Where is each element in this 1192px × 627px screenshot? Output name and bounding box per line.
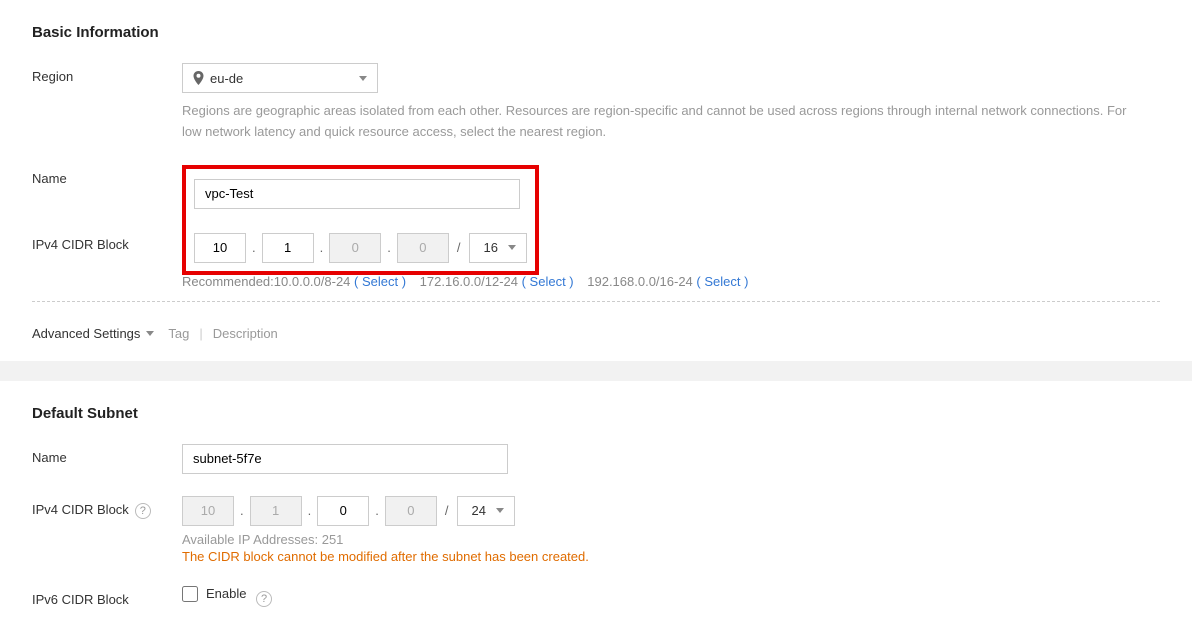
subnet-octet-4 — [385, 496, 437, 526]
dot-separator: . — [320, 240, 324, 255]
dot-separator: . — [308, 503, 312, 518]
divider — [32, 301, 1160, 302]
highlight-annotation: . . . / 16 — [182, 165, 539, 275]
available-ips: Available IP Addresses: 251 — [182, 532, 1160, 547]
dot-separator: . — [240, 503, 244, 518]
advanced-tag: Tag — [168, 326, 189, 341]
recommended-range-2: 172.16.0.0/12-24 — [420, 274, 518, 289]
region-select[interactable]: eu-de — [182, 63, 378, 93]
help-icon[interactable]: ? — [135, 503, 151, 519]
chevron-down-icon — [508, 245, 516, 250]
dot-separator: . — [252, 240, 256, 255]
basic-info-panel: Basic Information Region eu-de Regions a… — [0, 0, 1192, 361]
vpc-cidr-label: IPv4 CIDR Block — [32, 231, 182, 252]
slash-separator: / — [443, 503, 451, 518]
select-cidr-3[interactable]: ( Select ) — [696, 274, 748, 289]
location-icon — [193, 71, 204, 85]
select-cidr-1[interactable]: ( Select ) — [354, 274, 406, 289]
vpc-name-input[interactable] — [194, 179, 520, 209]
subnet-octet-2 — [250, 496, 302, 526]
recommended-range-3: 192.168.0.0/16-24 — [587, 274, 693, 289]
subnet-cidr-label: IPv4 CIDR Block? — [32, 496, 182, 520]
recommended-row: Recommended:10.0.0.0/8-24 ( Select ) 172… — [32, 266, 1160, 289]
region-value: eu-de — [210, 71, 243, 86]
cidr-octet-4 — [397, 233, 449, 263]
vpc-name-label: Name — [32, 165, 182, 186]
ipv6-row: IPv6 CIDR Block Enable ? — [32, 586, 1160, 608]
subnet-cidr-row: IPv4 CIDR Block? . . . / 24 Available IP… — [32, 496, 1160, 564]
ipv6-enable-input[interactable] — [182, 586, 198, 602]
cidr-octet-2[interactable] — [262, 233, 314, 263]
subnet-octet-1 — [182, 496, 234, 526]
help-icon[interactable]: ? — [256, 591, 272, 607]
default-subnet-heading: Default Subnet — [32, 405, 1160, 422]
advanced-settings-row: Advanced Settings Tag | Description — [32, 326, 1160, 341]
subnet-name-label: Name — [32, 444, 182, 465]
recommended-range-1: 10.0.0.0/8-24 — [274, 274, 351, 289]
recommended-label: Recommended: — [182, 274, 274, 289]
basic-info-heading: Basic Information — [32, 24, 1160, 41]
vpc-name-row: Name . . . / 16 — [32, 165, 1160, 275]
vpc-cidr-inputs: . . . / 16 — [194, 233, 527, 263]
advanced-settings-label: Advanced Settings — [32, 326, 140, 341]
advanced-description: Description — [213, 326, 278, 341]
chevron-down-icon — [359, 76, 367, 81]
region-help-text: Regions are geographic areas isolated fr… — [182, 101, 1142, 143]
dot-separator: . — [387, 240, 391, 255]
panel-gap — [0, 361, 1192, 381]
cidr-prefix-value: 16 — [484, 240, 498, 255]
subnet-prefix-select[interactable]: 24 — [457, 496, 515, 526]
subnet-name-row: Name — [32, 444, 1160, 474]
select-cidr-2[interactable]: ( Select ) — [522, 274, 574, 289]
region-label: Region — [32, 63, 182, 84]
advanced-settings-toggle[interactable]: Advanced Settings — [32, 326, 154, 341]
chevron-down-icon — [146, 331, 154, 336]
ipv6-enable-checkbox[interactable]: Enable — [182, 586, 246, 602]
pipe-separator: | — [199, 326, 202, 341]
subnet-octet-3[interactable] — [317, 496, 369, 526]
ipv6-enable-label: Enable — [206, 586, 246, 601]
cidr-warning: The CIDR block cannot be modified after … — [182, 549, 1160, 564]
cidr-octet-1[interactable] — [194, 233, 246, 263]
chevron-down-icon — [496, 508, 504, 513]
cidr-octet-3 — [329, 233, 381, 263]
slash-separator: / — [455, 240, 463, 255]
ipv6-label: IPv6 CIDR Block — [32, 586, 182, 607]
default-subnet-panel: Default Subnet Name IPv4 CIDR Block? . .… — [0, 381, 1192, 627]
subnet-prefix-value: 24 — [472, 503, 486, 518]
subnet-cidr-inputs: . . . / 24 — [182, 496, 1160, 526]
recommended-cidrs: Recommended:10.0.0.0/8-24 ( Select ) 172… — [182, 274, 1160, 289]
cidr-prefix-select[interactable]: 16 — [469, 233, 527, 263]
subnet-name-input[interactable] — [182, 444, 508, 474]
region-row: Region eu-de Regions are geographic area… — [32, 63, 1160, 143]
dot-separator: . — [375, 503, 379, 518]
